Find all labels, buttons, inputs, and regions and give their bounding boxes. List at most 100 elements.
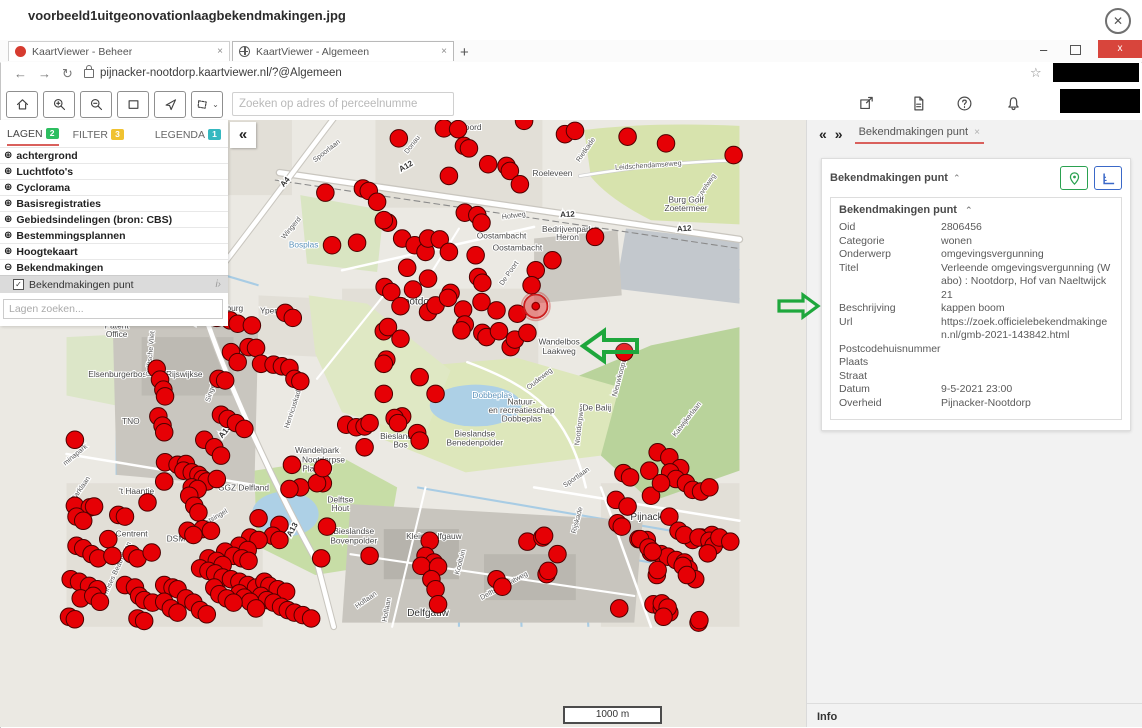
tool-zoom-out-button[interactable]: [80, 91, 112, 118]
announcement-dot[interactable]: [225, 594, 243, 612]
announcement-dot[interactable]: [155, 473, 173, 491]
announcement-dot[interactable]: [66, 611, 84, 629]
tool-select-shape-button[interactable]: ⌄: [191, 91, 223, 118]
reload-icon[interactable]: ↻: [62, 66, 73, 82]
announcement-dot[interactable]: [440, 167, 458, 185]
selected-announcement-point[interactable]: [522, 292, 550, 320]
announcement-dot[interactable]: [699, 545, 717, 563]
announcement-dot[interactable]: [100, 530, 118, 548]
announcement-dot[interactable]: [678, 566, 696, 584]
announcement-dot[interactable]: [398, 259, 416, 277]
announcement-dot[interactable]: [229, 353, 247, 371]
announcement-dot[interactable]: [615, 343, 633, 361]
browser-tab-algemeen[interactable]: KaartViewer - Algemeen ×: [232, 41, 454, 61]
detail-tab[interactable]: Bekendmakingen punt ×: [855, 124, 984, 144]
expand-plus-icon[interactable]: ⊕: [4, 150, 12, 161]
announcement-dot[interactable]: [652, 474, 670, 492]
announcement-dot[interactable]: [318, 518, 336, 536]
panel-expand-icon[interactable]: »: [831, 126, 847, 142]
tab-legenda[interactable]: LEGENDA 1: [155, 123, 221, 145]
announcement-dot[interactable]: [566, 122, 584, 140]
announcement-dot[interactable]: [250, 509, 268, 527]
window-minimize-button[interactable]: –: [1040, 42, 1047, 57]
announcement-dot[interactable]: [361, 547, 379, 565]
layer-info-icon[interactable]: i›: [215, 279, 221, 290]
announcement-dot[interactable]: [404, 281, 422, 299]
announcement-dot[interactable]: [657, 135, 675, 153]
collapse-caret-icon[interactable]: ⌃: [953, 173, 961, 184]
announcement-dot[interactable]: [236, 420, 254, 438]
announcement-dot[interactable]: [375, 211, 393, 229]
announcement-dot[interactable]: [474, 274, 492, 292]
announcement-dot[interactable]: [240, 552, 258, 570]
announcement-dot[interactable]: [312, 550, 330, 568]
announcement-dot[interactable]: [271, 531, 289, 549]
announcement-dot[interactable]: [392, 330, 410, 348]
announcement-dot[interactable]: [247, 339, 265, 357]
announcement-dot[interactable]: [613, 518, 631, 536]
announcement-dot[interactable]: [411, 368, 429, 386]
announcement-dot[interactable]: [104, 547, 122, 565]
checkbox-checked-icon[interactable]: ✓: [13, 279, 24, 290]
pdf-button[interactable]: [910, 95, 928, 113]
announcement-dot[interactable]: [361, 414, 379, 432]
search-input[interactable]: [232, 92, 454, 116]
announcement-dot[interactable]: [722, 533, 740, 551]
announcement-dot[interactable]: [419, 270, 437, 288]
announcement-dot[interactable]: [190, 504, 208, 522]
announcement-dot[interactable]: [390, 130, 408, 148]
announcement-dot[interactable]: [323, 236, 341, 254]
announcement-dot[interactable]: [544, 252, 562, 270]
tool-zoom-in-button[interactable]: [43, 91, 75, 118]
new-tab-button[interactable]: +: [460, 44, 469, 61]
announcement-dot[interactable]: [479, 155, 497, 173]
share-button[interactable]: [858, 95, 876, 113]
announcement-dot[interactable]: [644, 543, 662, 561]
announcement-dot[interactable]: [701, 479, 719, 497]
announcement-dot[interactable]: [66, 431, 84, 449]
left-panel-collapse-icon[interactable]: «: [230, 122, 256, 148]
announcement-dot[interactable]: [427, 385, 445, 403]
expand-plus-icon[interactable]: ⊕: [4, 182, 12, 193]
announcement-dot[interactable]: [619, 498, 637, 516]
zoom-to-point-button[interactable]: [1060, 166, 1088, 190]
announcement-dot[interactable]: [155, 424, 173, 442]
announcement-dot[interactable]: [389, 414, 407, 432]
layer-item[interactable]: ⊕achtergrond: [0, 147, 228, 163]
url-text[interactable]: pijnacker-nootdorp.kaartviewer.nl/?@Alge…: [100, 67, 342, 79]
announcement-dot[interactable]: [392, 297, 410, 315]
announcement-dot[interactable]: [610, 600, 628, 618]
expand-plus-icon[interactable]: ⊕: [4, 198, 12, 209]
announcement-dot[interactable]: [314, 459, 332, 477]
announcement-dot[interactable]: [440, 243, 458, 261]
tab-filter[interactable]: FILTER 3: [73, 123, 124, 145]
viewer-close-icon[interactable]: ✕: [1105, 8, 1131, 34]
layer-item[interactable]: ⊕Bestemmingsplannen: [0, 227, 228, 243]
announcement-dot[interactable]: [488, 302, 506, 320]
announcement-dot[interactable]: [511, 176, 529, 194]
announcement-dot[interactable]: [467, 246, 485, 264]
layer-item[interactable]: ⊕Cyclorama: [0, 179, 228, 195]
announcement-dot[interactable]: [540, 562, 558, 580]
tab-close-icon[interactable]: ×: [217, 46, 223, 57]
expand-plus-icon[interactable]: ⊕: [4, 230, 12, 241]
announcement-dot[interactable]: [549, 545, 567, 563]
announcement-dot[interactable]: [725, 146, 743, 164]
sublayer-bekendmakingen-punt[interactable]: ✓ Bekendmakingen punt i›: [0, 275, 228, 293]
announcement-dot[interactable]: [494, 578, 512, 596]
announcement-dot[interactable]: [375, 385, 393, 403]
announcement-dot[interactable]: [208, 470, 226, 488]
announcement-dot[interactable]: [453, 322, 471, 340]
expand-plus-icon[interactable]: ⊕: [4, 214, 12, 225]
announcement-dot[interactable]: [284, 309, 302, 327]
announcement-dot[interactable]: [292, 373, 310, 391]
announcement-dot[interactable]: [586, 228, 604, 246]
collapse-caret-icon[interactable]: ⌃: [965, 205, 973, 215]
help-button[interactable]: [956, 95, 974, 113]
tab-close-icon[interactable]: ×: [441, 46, 447, 57]
announcement-dot[interactable]: [368, 193, 386, 211]
announcement-dot[interactable]: [185, 526, 203, 544]
announcement-dot[interactable]: [74, 512, 92, 530]
announcement-dot[interactable]: [317, 184, 335, 202]
announcement-dot[interactable]: [621, 469, 639, 487]
